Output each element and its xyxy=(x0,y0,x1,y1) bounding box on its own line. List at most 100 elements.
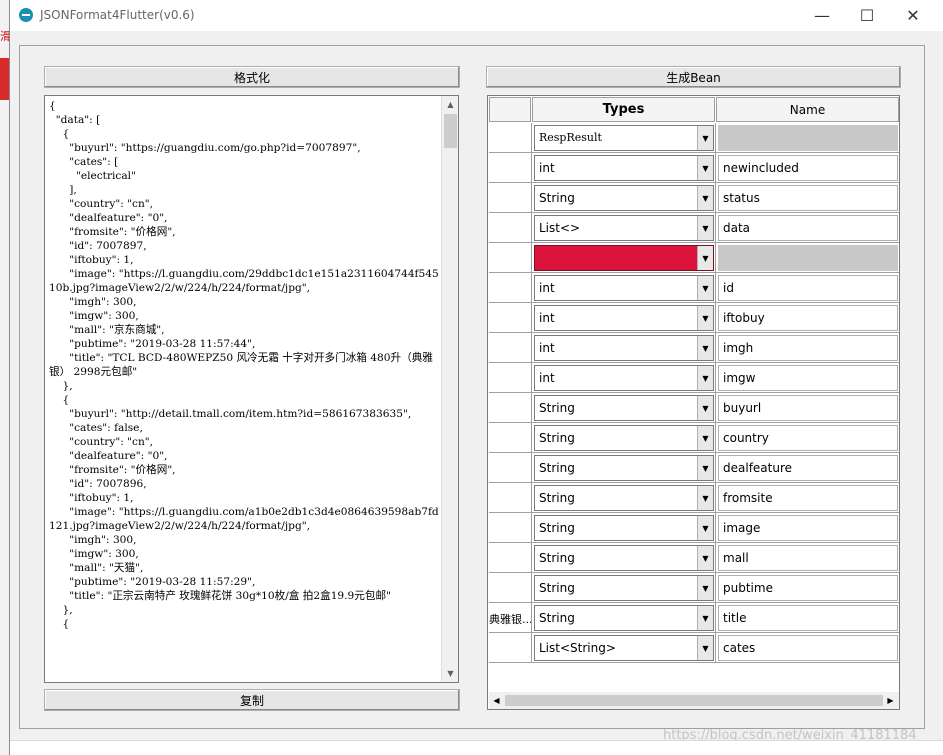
column-header-types[interactable]: Types xyxy=(532,97,715,122)
name-field[interactable]: data xyxy=(718,215,898,241)
type-select[interactable]: String ▼ xyxy=(534,575,714,601)
name-field[interactable] xyxy=(718,125,898,151)
name-field[interactable]: image xyxy=(718,515,898,541)
chevron-down-icon[interactable]: ▼ xyxy=(697,426,713,450)
column-header-name[interactable]: Name xyxy=(716,97,899,122)
status-strip xyxy=(10,740,943,755)
chevron-down-icon[interactable]: ▼ xyxy=(697,396,713,420)
chevron-down-icon[interactable]: ▼ xyxy=(697,276,713,300)
row-header[interactable] xyxy=(489,213,532,243)
type-select[interactable]: String ▼ xyxy=(534,395,714,421)
chevron-down-icon[interactable]: ▼ xyxy=(697,606,713,630)
row-header[interactable] xyxy=(489,183,532,213)
type-select[interactable]: int ▼ xyxy=(534,335,714,361)
row-header[interactable] xyxy=(489,363,532,393)
arrow-down-icon[interactable]: ▼ xyxy=(442,665,458,682)
chevron-down-icon[interactable]: ▼ xyxy=(697,156,713,180)
type-select[interactable]: ▼ xyxy=(534,245,714,271)
close-button[interactable]: ✕ xyxy=(890,0,936,31)
type-select[interactable]: String ▼ xyxy=(534,455,714,481)
type-select[interactable]: int ▼ xyxy=(534,155,714,181)
chevron-down-icon[interactable]: ▼ xyxy=(697,486,713,510)
name-cell: data xyxy=(716,213,899,243)
generate-bean-button[interactable]: 生成Bean xyxy=(486,66,901,88)
name-field[interactable]: country xyxy=(718,425,898,451)
name-cell: country xyxy=(716,423,899,453)
table-row: String ▼ image xyxy=(489,513,899,543)
name-field[interactable]: fromsite xyxy=(718,485,898,511)
name-field[interactable]: title xyxy=(718,605,898,631)
type-select[interactable]: int ▼ xyxy=(534,365,714,391)
json-input-text: { "data": [ { "buyurl": "https://guangdi… xyxy=(49,100,439,630)
table-horizontal-scrollbar[interactable]: ◀ ▶ xyxy=(489,692,899,709)
type-select[interactable]: int ▼ xyxy=(534,305,714,331)
name-cell: mall xyxy=(716,543,899,573)
chevron-down-icon[interactable]: ▼ xyxy=(697,246,713,270)
arrow-left-icon[interactable]: ◀ xyxy=(489,693,504,708)
row-header[interactable] xyxy=(489,633,532,663)
type-select[interactable]: RespResult ▼ xyxy=(534,125,714,151)
row-header[interactable] xyxy=(489,513,532,543)
maximize-button[interactable]: ☐ xyxy=(844,0,890,31)
json-input-textarea[interactable]: { "data": [ { "buyurl": "https://guangdi… xyxy=(44,95,459,683)
type-select[interactable]: String ▼ xyxy=(534,515,714,541)
chevron-down-icon[interactable]: ▼ xyxy=(697,546,713,570)
row-header[interactable] xyxy=(489,303,532,333)
chevron-down-icon[interactable]: ▼ xyxy=(697,126,713,150)
row-header[interactable] xyxy=(489,333,532,363)
name-field[interactable]: cates xyxy=(718,635,898,661)
chevron-down-icon[interactable]: ▼ xyxy=(697,216,713,240)
row-header[interactable] xyxy=(489,483,532,513)
name-field[interactable]: pubtime xyxy=(718,575,898,601)
row-header[interactable] xyxy=(489,153,532,183)
type-select[interactable]: int ▼ xyxy=(534,275,714,301)
name-field[interactable]: imgw xyxy=(718,365,898,391)
row-header[interactable] xyxy=(489,573,532,603)
row-header[interactable] xyxy=(489,273,532,303)
json-vertical-scrollbar[interactable]: ▲ ▼ xyxy=(441,96,458,682)
type-select-value: String xyxy=(539,461,575,475)
chevron-down-icon[interactable]: ▼ xyxy=(697,636,713,660)
type-select[interactable]: List<String> ▼ xyxy=(534,635,714,661)
name-field[interactable]: mall xyxy=(718,545,898,571)
name-field[interactable]: imgh xyxy=(718,335,898,361)
type-select[interactable]: String ▼ xyxy=(534,485,714,511)
row-header[interactable] xyxy=(489,243,532,273)
name-field[interactable]: status xyxy=(718,185,898,211)
type-select-value: List<String> xyxy=(539,641,616,655)
table-row: String ▼ status xyxy=(489,183,899,213)
type-select[interactable]: String ▼ xyxy=(534,185,714,211)
chevron-down-icon[interactable]: ▼ xyxy=(697,306,713,330)
minimize-button[interactable]: — xyxy=(799,0,845,31)
format-button[interactable]: 格式化 xyxy=(44,66,460,88)
arrow-up-icon[interactable]: ▲ xyxy=(442,96,458,113)
name-field[interactable]: iftobuy xyxy=(718,305,898,331)
name-field[interactable]: id xyxy=(718,275,898,301)
chevron-down-icon[interactable]: ▼ xyxy=(697,516,713,540)
name-field[interactable]: buyurl xyxy=(718,395,898,421)
row-header[interactable] xyxy=(489,123,532,153)
copy-button[interactable]: 复制 xyxy=(44,689,460,711)
table-row: String ▼ mall xyxy=(489,543,899,573)
chevron-down-icon[interactable]: ▼ xyxy=(697,456,713,480)
name-field[interactable] xyxy=(718,245,898,271)
chevron-down-icon[interactable]: ▼ xyxy=(697,186,713,210)
arrow-right-icon[interactable]: ▶ xyxy=(883,693,898,708)
table-row: int ▼ imgw xyxy=(489,363,899,393)
chevron-down-icon[interactable]: ▼ xyxy=(697,576,713,600)
row-header[interactable] xyxy=(489,423,532,453)
type-select[interactable]: String ▼ xyxy=(534,425,714,451)
type-select[interactable]: String ▼ xyxy=(534,545,714,571)
table-scroll-thumb[interactable] xyxy=(505,695,883,706)
type-select[interactable]: String ▼ xyxy=(534,605,714,631)
chevron-down-icon[interactable]: ▼ xyxy=(697,336,713,360)
name-field[interactable]: newincluded xyxy=(718,155,898,181)
row-header[interactable] xyxy=(489,453,532,483)
name-field[interactable]: dealfeature xyxy=(718,455,898,481)
chevron-down-icon[interactable]: ▼ xyxy=(697,366,713,390)
row-header[interactable] xyxy=(489,543,532,573)
json-scroll-thumb[interactable] xyxy=(444,114,457,148)
row-header[interactable] xyxy=(489,393,532,423)
type-select[interactable]: List<> ▼ xyxy=(534,215,714,241)
row-header[interactable]: 典雅银... xyxy=(489,603,532,633)
